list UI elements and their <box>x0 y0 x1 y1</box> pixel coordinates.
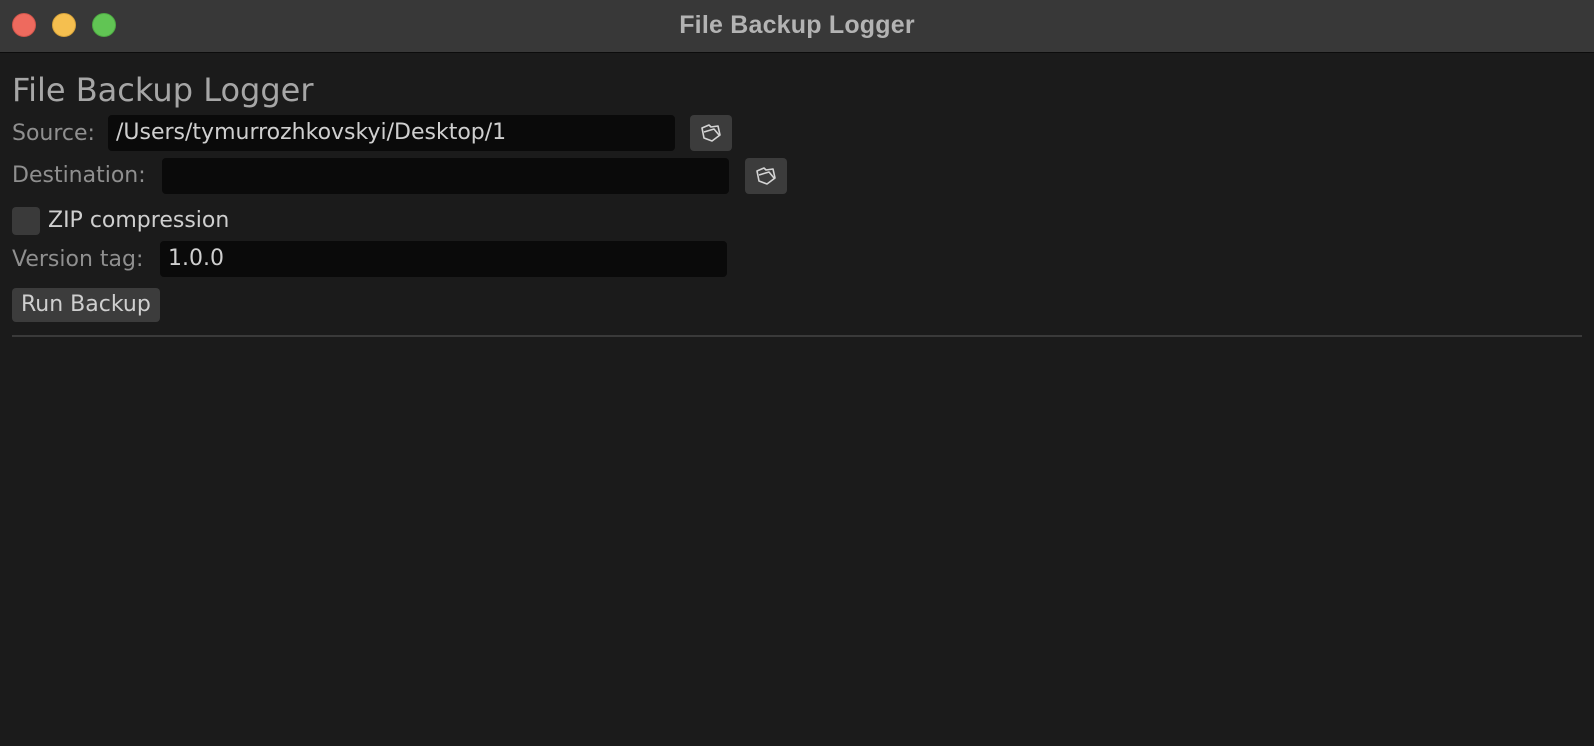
source-path-input[interactable]: /Users/tymurrozhkovskyi/Desktop/1 <box>108 115 675 151</box>
folder-icon <box>756 167 776 185</box>
app-window: File Backup Logger File Backup Logger So… <box>0 0 1594 746</box>
source-browse-button[interactable] <box>690 115 732 151</box>
main-content: File Backup Logger Source: /Users/tymurr… <box>0 54 1594 746</box>
version-tag-label: Version tag: <box>12 247 144 272</box>
destination-label: Destination: <box>12 163 146 188</box>
zip-compression-label[interactable]: ZIP compression <box>48 207 229 235</box>
divider <box>12 335 1582 337</box>
destination-path-input[interactable] <box>162 158 729 194</box>
version-tag-input[interactable]: 1.0.0 <box>160 241 727 277</box>
title-bar[interactable]: File Backup Logger <box>0 0 1594 53</box>
destination-browse-button[interactable] <box>745 158 787 194</box>
run-backup-button[interactable]: Run Backup <box>12 288 160 322</box>
window-title: File Backup Logger <box>679 11 915 39</box>
source-label: Source: <box>12 121 95 146</box>
zip-compression-checkbox[interactable] <box>12 207 40 235</box>
page-heading: File Backup Logger <box>12 71 314 109</box>
folder-icon <box>701 124 721 142</box>
